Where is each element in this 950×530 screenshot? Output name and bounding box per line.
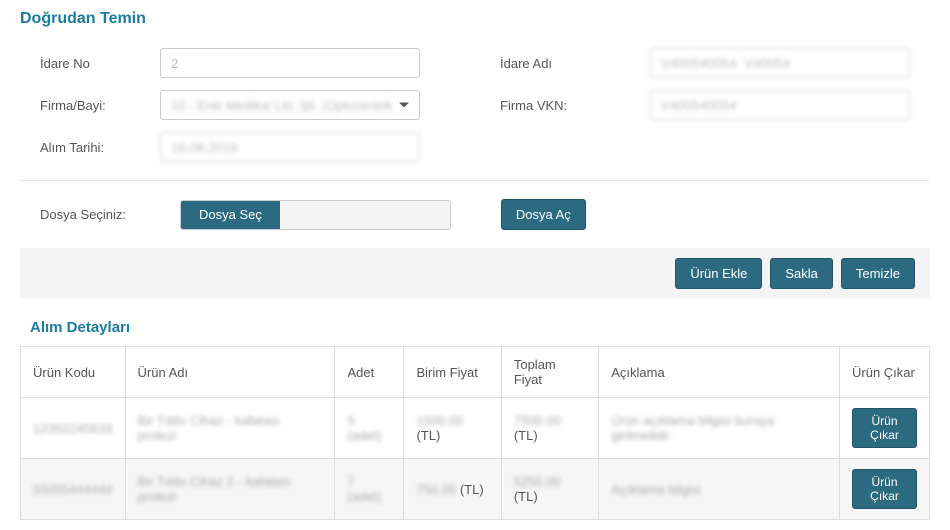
currency-label: (TL): [514, 428, 538, 443]
alim-tarihi-label: Alım Tarihi:: [20, 140, 160, 155]
file-choose-button[interactable]: Dosya Seç: [181, 201, 280, 229]
col-ad: Ürün Adı: [125, 347, 335, 398]
form-row-1: İdare No İdare Adı: [20, 48, 930, 78]
detail-section-title: Alım Detayları: [20, 319, 930, 336]
remove-product-button[interactable]: Ürün Çıkar: [852, 408, 917, 448]
cell-toplam: 7500.00: [514, 413, 561, 428]
currency-label: (TL): [514, 489, 538, 504]
add-product-button[interactable]: Ürün Ekle: [675, 258, 762, 289]
table-row: 12352245633 Bir Tıbbı Cihaz - kafatası p…: [21, 398, 930, 459]
file-label: Dosya Seçiniz:: [20, 207, 180, 222]
cell-ad: Bir Tıbbı Cihaz 2 - kafatası protezi: [138, 474, 292, 504]
cell-birim: 750.00: [416, 482, 456, 497]
idare-no-label: İdare No: [20, 56, 160, 71]
alim-tarihi-input[interactable]: [160, 132, 420, 162]
idare-adi-input[interactable]: [650, 48, 910, 78]
cell-aciklama: Ürün açıklama bilgisi buraya girilmelidi…: [611, 413, 774, 443]
form-row-3: Alım Tarihi:: [20, 132, 930, 162]
table-row: 55055444444 Bir Tıbbı Cihaz 2 - kafatası…: [21, 459, 930, 520]
cell-toplam: 5250.00: [514, 474, 561, 489]
col-birim: Birim Fiyat: [404, 347, 501, 398]
firma-vkn-label: Firma VKN:: [480, 98, 650, 113]
cell-aciklama: Açıklama bilgisi: [611, 482, 701, 497]
clear-button[interactable]: Temizle: [841, 258, 915, 289]
col-toplam: Toplam Fiyat: [501, 347, 598, 398]
firma-label: Firma/Bayi:: [20, 98, 160, 113]
cell-adet: 7 (adet): [347, 474, 381, 504]
remove-product-button[interactable]: Ürün Çıkar: [852, 469, 917, 509]
cell-kod: 12352245633: [33, 421, 113, 436]
cell-birim: 1500.00: [416, 413, 463, 428]
page-title: Doğrudan Temin: [20, 10, 930, 28]
firma-select-text: 10 - Enki Medikal Ltd. Şti. (Optozentrik…: [171, 98, 394, 113]
file-section: Dosya Seçiniz: Dosya Seç Dosya Aç: [20, 199, 930, 230]
firma-vkn-input[interactable]: [650, 90, 910, 120]
file-name-display: [280, 201, 450, 229]
currency-label: (TL): [416, 428, 440, 443]
form-row-2: Firma/Bayi: 10 - Enki Medikal Ltd. Şti. …: [20, 90, 930, 120]
file-open-button[interactable]: Dosya Aç: [501, 199, 586, 230]
firma-select[interactable]: 10 - Enki Medikal Ltd. Şti. (Optozentrik…: [160, 90, 420, 120]
chevron-down-icon: [399, 103, 409, 108]
save-button[interactable]: Sakla: [770, 258, 833, 289]
idare-no-input[interactable]: [160, 48, 420, 78]
col-cikar: Ürün Çıkar: [840, 347, 930, 398]
currency-label: (TL): [460, 482, 484, 497]
col-aciklama: Açıklama: [599, 347, 840, 398]
col-adet: Adet: [335, 347, 404, 398]
col-kod: Ürün Kodu: [21, 347, 126, 398]
file-picker[interactable]: Dosya Seç: [180, 200, 451, 230]
action-bar: Ürün Ekle Sakla Temizle: [20, 248, 930, 299]
cell-adet: 5 (adet): [347, 413, 381, 443]
cell-ad: Bir Tıbbı Cihaz - kafatası protezi: [138, 413, 281, 443]
cell-kod: 55055444444: [33, 482, 113, 497]
divider: [20, 180, 930, 181]
detail-table: Ürün Kodu Ürün Adı Adet Birim Fiyat Topl…: [20, 346, 930, 520]
idare-adi-label: İdare Adı: [480, 56, 650, 71]
